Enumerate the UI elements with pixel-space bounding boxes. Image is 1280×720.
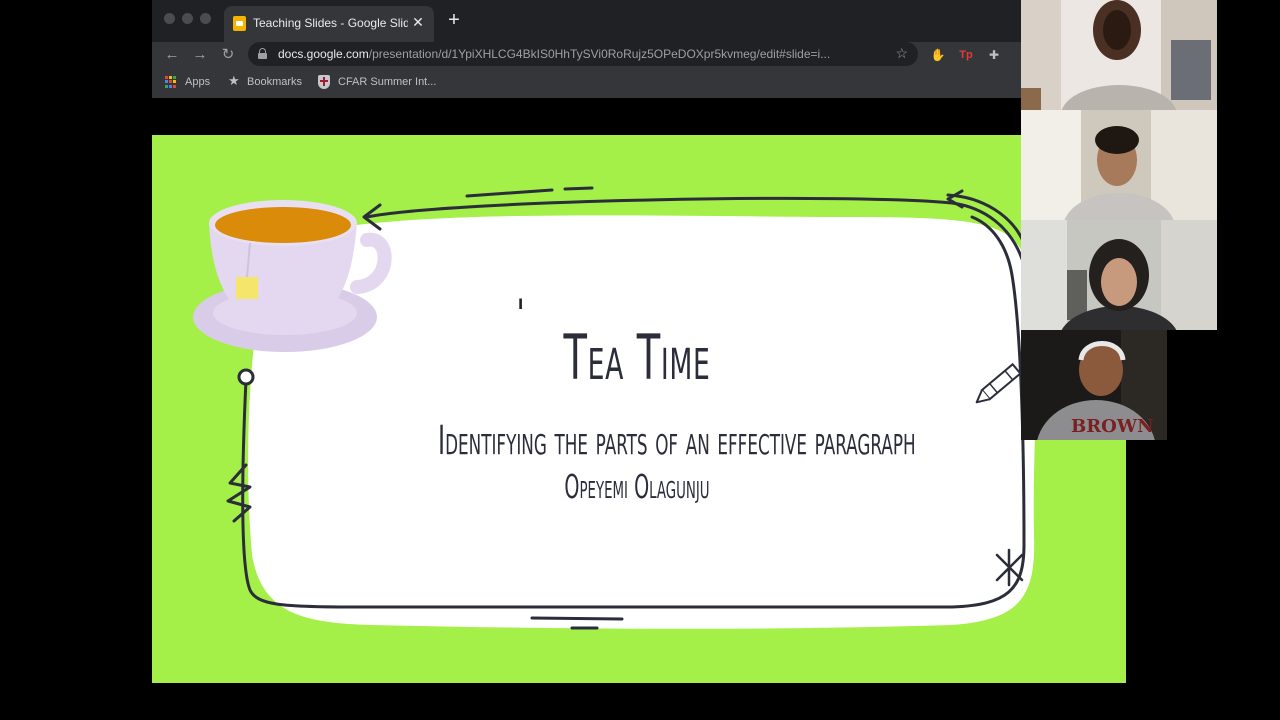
new-tab-button[interactable]: + — [444, 10, 464, 30]
address-bar[interactable]: docs.google.com/presentation/d/1YpiXHLCG… — [248, 42, 918, 66]
slide-author: Opeyemi Olagunju — [564, 467, 710, 506]
participant-video-2[interactable] — [1021, 110, 1217, 220]
text-cursor-icon: I — [518, 297, 524, 313]
participant-video-image — [1021, 0, 1217, 110]
window-minimize-button[interactable] — [182, 13, 193, 24]
bookmarks-bar: Apps ★ Bookmarks CFAR Summer Int... — [152, 68, 1126, 98]
window-zoom-button[interactable] — [200, 13, 211, 24]
tp-extension-icon[interactable]: Tp — [958, 47, 974, 63]
close-tab-icon[interactable]: ✕ — [410, 14, 426, 30]
url-text[interactable]: docs.google.com/presentation/d/1YpiXHLCG… — [278, 47, 878, 61]
participant-video-3[interactable] — [1021, 220, 1217, 330]
bookmark-cfar[interactable]: CFAR Summer Int... — [338, 76, 436, 88]
back-button[interactable]: ← — [162, 45, 182, 65]
bookmark-apps[interactable]: Apps — [185, 76, 210, 88]
participant-video-1[interactable] — [1021, 0, 1217, 110]
slide-title: Tea Time — [563, 321, 711, 394]
participant-video-image — [1021, 220, 1217, 330]
shield-icon — [318, 75, 330, 89]
tab-strip: Teaching Slides - Google Slides ✕ + — [152, 0, 1126, 42]
apps-grid-icon[interactable] — [165, 76, 177, 88]
tab-teaching-slides[interactable]: Teaching Slides - Google Slides ✕ — [224, 6, 434, 42]
participant-video-4[interactable]: BROWN — [1021, 330, 1167, 440]
url-domain: docs.google.com — [278, 47, 369, 61]
participant-video-image: BROWN — [1021, 330, 1167, 440]
slide-frame-graphic — [193, 186, 1037, 630]
presentation-slide[interactable]: Tea Time Identifying the parts of an eff… — [152, 135, 1126, 683]
bookmark-bookmarks[interactable]: Bookmarks — [247, 76, 302, 88]
puzzle-extensions-icon[interactable]: ✚ — [986, 47, 1002, 63]
hand-extension-icon[interactable]: ✋ — [930, 47, 946, 63]
slide-subtitle: Identifying the parts of an effective pa… — [438, 418, 916, 464]
forward-button[interactable]: → — [190, 45, 210, 65]
svg-text:BROWN: BROWN — [1071, 416, 1154, 437]
slides-icon — [233, 16, 246, 31]
reload-button[interactable]: ↻ — [218, 45, 238, 65]
participant-video-image — [1021, 110, 1217, 220]
tab-title: Teaching Slides - Google Slides — [253, 16, 408, 30]
bookmarks-star-icon: ★ — [228, 73, 240, 88]
browser-toolbar: ← → ↻ docs.google.com/presentation/d/1Yp… — [152, 42, 1126, 68]
window-close-button[interactable] — [164, 13, 175, 24]
bookmark-star-icon[interactable]: ☆ — [895, 45, 908, 62]
lock-icon — [258, 48, 267, 59]
url-path: /presentation/d/1YpiXHLCG4BkIS0HhTySVi0R… — [368, 47, 831, 61]
